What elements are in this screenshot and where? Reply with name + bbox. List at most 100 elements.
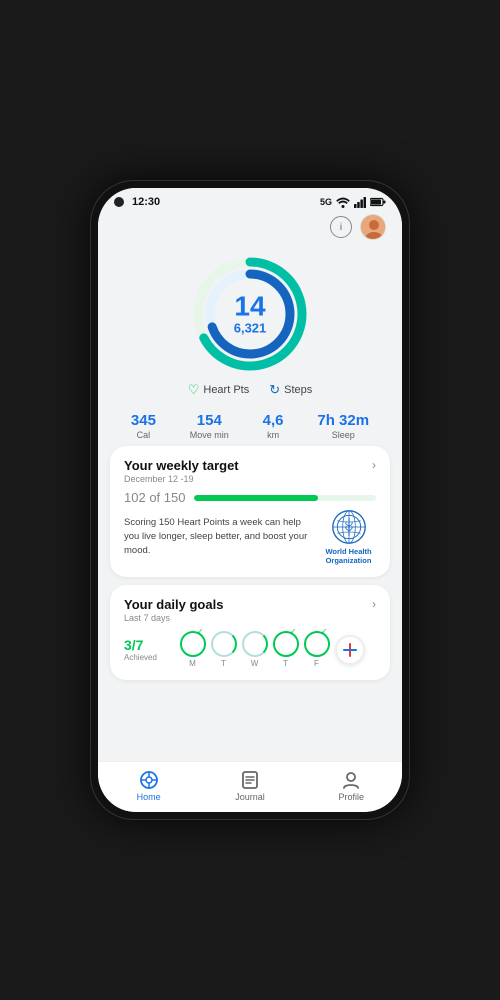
status-bar: 12:30 5G — [98, 188, 402, 212]
status-time: 12:30 — [132, 196, 160, 208]
daily-goals-title: Your daily goals — [124, 597, 223, 612]
profile-nav-icon — [341, 770, 361, 790]
km-label: km — [267, 430, 279, 440]
target-current: 102 — [124, 490, 146, 505]
weekly-target-title: Your weekly target — [124, 458, 239, 473]
phone-frame: 12:30 5G — [90, 180, 410, 820]
daily-goals-subtitle: Last 7 days — [124, 613, 223, 623]
goals-row: 3/7 Achieved ✓ M — [124, 631, 376, 668]
who-text: World HealthOrganization — [325, 547, 371, 565]
sleep-value: 7h 32m — [317, 412, 369, 429]
heart-pts-icon: ♡ — [188, 382, 200, 398]
move-value: 154 — [197, 412, 222, 429]
ring-section: 14 6,321 ♡ Heart Pts ↻ Steps — [110, 246, 390, 402]
day-item-m: ✓ M — [180, 631, 206, 668]
network-label: 5G — [320, 197, 332, 207]
nav-home[interactable]: Home — [119, 770, 179, 802]
daily-goals-chevron: › — [372, 597, 376, 611]
steps-value: 6,321 — [234, 321, 267, 336]
goals-achieved-group: 3/7 Achieved — [124, 637, 164, 662]
journal-nav-icon — [240, 770, 260, 790]
weekly-target-card[interactable]: Your weekly target December 12 -19 › 102… — [110, 446, 390, 577]
ring-container: 14 6,321 — [190, 254, 310, 374]
move-label: Move min — [190, 430, 229, 440]
nav-profile-label: Profile — [339, 792, 365, 802]
daily-goals-title-group: Your daily goals Last 7 days — [124, 597, 223, 623]
battery-icon — [370, 197, 386, 207]
day-circle-t2: ✓ — [273, 631, 299, 657]
target-content-row: Scoring 150 Heart Points a week can help… — [124, 509, 376, 565]
heart-pts-label: Heart Pts — [203, 384, 249, 396]
day-item-f: ✓ F — [304, 631, 330, 668]
progress-bar-bg — [194, 495, 377, 501]
day-item-t2: ✓ T — [273, 631, 299, 668]
ring-legend: ♡ Heart Pts ↻ Steps — [188, 382, 313, 398]
camera-dot — [114, 197, 124, 207]
day-circle-t1 — [211, 631, 237, 657]
stat-cal: 345 Cal — [131, 412, 156, 440]
daily-goals-header: Your daily goals Last 7 days › — [124, 597, 376, 623]
bottom-nav: Home Journal Profile — [98, 761, 402, 812]
stat-sleep: 7h 32m Sleep — [317, 412, 369, 440]
who-logo — [331, 509, 367, 545]
steps-legend: ↻ Steps — [269, 382, 312, 398]
day-check-f: ✓ — [321, 627, 328, 636]
target-total: 150 — [164, 490, 186, 505]
weekly-target-subtitle: December 12 -19 — [124, 474, 239, 484]
day-item-t1: T — [211, 631, 237, 668]
nav-journal-label: Journal — [235, 792, 265, 802]
nav-journal[interactable]: Journal — [220, 770, 280, 802]
day-check-t2: ✓ — [290, 627, 297, 636]
target-progress-row: 102 of 150 — [124, 490, 376, 505]
steps-label: Steps — [284, 384, 312, 396]
target-of: of — [149, 490, 163, 505]
scroll-content[interactable]: 14 6,321 ♡ Heart Pts ↻ Steps — [98, 246, 402, 761]
stats-row: 345 Cal 154 Move min 4,6 km 7h 32m Sleep — [110, 402, 390, 446]
home-nav-icon — [139, 770, 159, 790]
signal-icon — [354, 197, 366, 208]
day-label-t2: T — [283, 659, 288, 668]
stat-km: 4,6 km — [263, 412, 284, 440]
day-circle-w — [242, 631, 268, 657]
plus-icon — [341, 641, 359, 659]
cal-label: Cal — [137, 430, 151, 440]
day-circle-f: ✓ — [304, 631, 330, 657]
info-button[interactable]: i — [330, 216, 352, 238]
day-item-w: W — [242, 631, 268, 668]
avatar[interactable] — [360, 214, 386, 240]
day-label-w: W — [251, 659, 259, 668]
cal-value: 345 — [131, 412, 156, 429]
weekly-target-header: Your weekly target December 12 -19 › — [124, 458, 376, 484]
km-value: 4,6 — [263, 412, 284, 429]
weekly-target-chevron: › — [372, 458, 376, 472]
sleep-label: Sleep — [332, 430, 355, 440]
heart-pts-legend: ♡ Heart Pts — [188, 382, 250, 398]
info-icon: i — [340, 222, 342, 233]
phone-screen: 12:30 5G — [98, 188, 402, 812]
status-left: 12:30 — [114, 196, 160, 208]
day-check-m: ✓ — [197, 627, 204, 636]
ring-center: 14 6,321 — [234, 293, 267, 336]
target-description: Scoring 150 Heart Points a week can help… — [124, 516, 321, 557]
wifi-icon — [336, 197, 350, 208]
progress-bar-fill — [194, 495, 318, 501]
weekly-target-title-group: Your weekly target December 12 -19 — [124, 458, 239, 484]
day-circle-m: ✓ — [180, 631, 206, 657]
nav-profile[interactable]: Profile — [321, 770, 381, 802]
steps-icon: ↻ — [269, 382, 280, 398]
goals-achieved-label: Achieved — [124, 653, 164, 662]
add-goal-button[interactable] — [335, 635, 365, 665]
who-badge: World HealthOrganization — [321, 509, 376, 565]
nav-home-label: Home — [137, 792, 161, 802]
day-label-f: F — [314, 659, 319, 668]
app-header: i — [98, 212, 402, 246]
target-fraction: 102 of 150 — [124, 490, 186, 505]
daily-goals-card[interactable]: Your daily goals Last 7 days › 3/7 Achie… — [110, 585, 390, 680]
day-label-t1: T — [221, 659, 226, 668]
day-label-m: M — [189, 659, 196, 668]
day-circles: ✓ M T W — [168, 631, 376, 668]
heart-pts-value: 14 — [234, 293, 267, 321]
goals-fraction: 3/7 — [124, 637, 164, 653]
stat-move: 154 Move min — [190, 412, 229, 440]
status-right: 5G — [320, 197, 386, 208]
